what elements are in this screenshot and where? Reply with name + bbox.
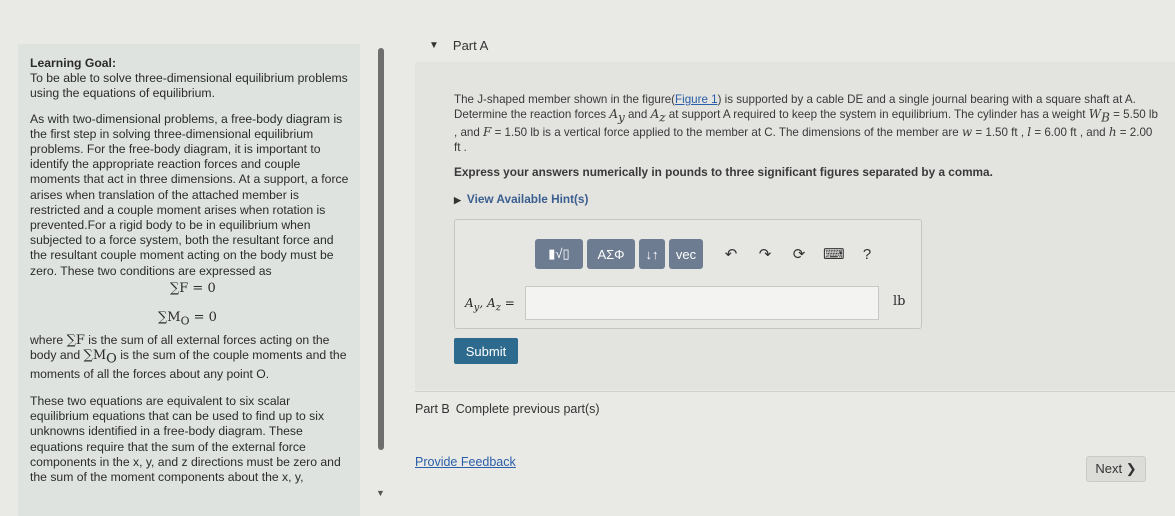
- submit-button[interactable]: Submit: [454, 338, 518, 364]
- equation-sum-moments: ∑MO = 0: [158, 310, 217, 328]
- left-panel-scrollbar[interactable]: [378, 48, 384, 450]
- greek-symbols-button[interactable]: ΑΣΦ: [587, 239, 635, 269]
- keyboard-icon[interactable]: ⌨: [823, 245, 845, 263]
- math-toolbar: ▮√▯ ΑΣΦ ↓↑ vec ↶ ↷ ⟳ ⌨ ?: [535, 238, 877, 270]
- learning-goal-where: where ∑F is the sum of all external forc…: [30, 332, 347, 381]
- equation-sum-forces: ∑F = 0: [170, 280, 216, 296]
- expand-triangle-icon: ▶: [454, 195, 461, 205]
- part-a-label: Part A: [452, 37, 489, 53]
- answer-unit: lb: [893, 294, 906, 309]
- learning-goal-scalar-equations: These two equations are equivalent to si…: [30, 393, 341, 484]
- help-icon[interactable]: ?: [857, 246, 877, 263]
- part-a-body: The J-shaped member shown in the figure(…: [415, 62, 1175, 390]
- reset-icon[interactable]: ⟳: [789, 245, 809, 263]
- provide-feedback-link[interactable]: Provide Feedback: [415, 455, 516, 469]
- templates-button[interactable]: ▮√▯: [535, 239, 583, 269]
- scroll-down-arrow-icon[interactable]: ▼: [376, 488, 385, 498]
- learning-goal-intro: To be able to solve three-dimensional eq…: [30, 71, 348, 101]
- answer-input[interactable]: [525, 286, 879, 320]
- view-hints-link[interactable]: ▶ View Available Hint(s): [454, 192, 588, 206]
- learning-goal-title: Learning Goal:: [30, 56, 116, 70]
- figure-link[interactable]: Figure 1: [675, 93, 718, 106]
- answer-instructions: Express your answers numerically in poun…: [454, 165, 993, 179]
- collapse-caret-icon[interactable]: ▼: [429, 40, 439, 51]
- answer-box: ▮√▯ ΑΣΦ ↓↑ vec ↶ ↷ ⟳ ⌨ ? Ay, Az = lb: [454, 219, 922, 329]
- part-a-header[interactable]: ▼ Part A: [415, 28, 1175, 62]
- part-b-row: Part B Complete previous part(s): [415, 402, 600, 416]
- next-button[interactable]: Next ❯: [1086, 456, 1146, 482]
- answer-label: Ay, Az =: [465, 296, 515, 314]
- arrows-button[interactable]: ↓↑: [639, 239, 665, 269]
- part-b-status: Complete previous part(s): [455, 402, 600, 416]
- learning-goal-body: As with two-dimensional problems, a free…: [30, 111, 349, 278]
- problem-statement: The J-shaped member shown in the figure(…: [454, 93, 1158, 155]
- learning-goal-panel: Learning Goal: To be able to solve three…: [18, 44, 360, 516]
- redo-icon[interactable]: ↷: [755, 245, 775, 263]
- vector-button[interactable]: vec: [669, 239, 703, 269]
- section-divider: [415, 391, 1175, 392]
- undo-icon[interactable]: ↶: [721, 245, 741, 263]
- part-b-label: Part B: [415, 402, 450, 416]
